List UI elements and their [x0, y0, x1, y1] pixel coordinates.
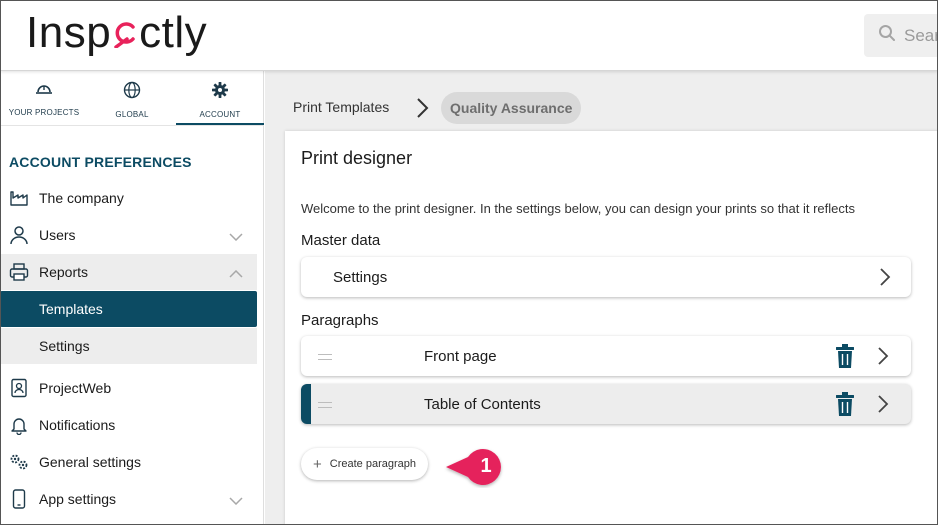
step-callout-badge: 1 [444, 446, 512, 493]
chevron-down-icon [229, 228, 243, 246]
sidebar-item-the-company[interactable]: The company [0, 180, 257, 216]
search-icon [878, 24, 896, 47]
user-icon [9, 225, 29, 245]
sidebar-subitem-settings[interactable]: Settings [0, 328, 257, 364]
callout-number: 1 [480, 454, 492, 477]
sidebar-item-projectweb[interactable]: ProjectWeb [0, 370, 257, 406]
card-title: Print designer [301, 148, 413, 168]
sidebar-tabs: YOUR PROJECTS GLOBAL ACCOUNT [0, 71, 264, 125]
sidebar-item-app-settings[interactable]: App settings [0, 481, 257, 517]
hard-hat-icon [35, 81, 53, 102]
plus-icon: + [313, 455, 322, 473]
sidebar-item-notifications[interactable]: Notifications [0, 407, 257, 443]
drag-handle-icon[interactable] [318, 402, 332, 408]
trash-icon[interactable] [835, 391, 855, 422]
printer-icon [9, 262, 29, 282]
magnifier-logo-icon [112, 9, 138, 49]
sidebar-item-reports[interactable]: Reports [0, 254, 257, 290]
tab-account[interactable]: ACCOUNT [176, 71, 264, 125]
sidebar: YOUR PROJECTS GLOBAL ACCOUNT ACCOUNT PRE… [0, 71, 264, 525]
sidebar-subitem-templates[interactable]: Templates [0, 291, 257, 327]
chevron-right-icon [415, 97, 429, 124]
paragraphs-title: Paragraphs [301, 312, 379, 329]
master-data-settings-row[interactable]: Settings [301, 257, 911, 297]
factory-icon [9, 188, 29, 208]
gear-icon [211, 81, 229, 104]
sidebar-item-general-settings[interactable]: General settings [0, 444, 257, 480]
globe-icon [123, 81, 141, 104]
paragraph-row-table-of-contents[interactable]: Table of Contents [301, 384, 911, 424]
main-content: Print Templates Quality Assurance Print … [265, 71, 938, 525]
tabs-divider [0, 125, 264, 126]
chevron-right-icon[interactable] [877, 394, 889, 419]
bell-icon [9, 415, 29, 435]
phone-icon [9, 489, 29, 509]
master-data-title: Master data [301, 232, 381, 249]
card-description: Welcome to the print designer. In the se… [301, 201, 856, 216]
top-header: Insp ctly Sear [0, 0, 938, 71]
sidebar-item-users[interactable]: Users [0, 217, 257, 253]
search-box[interactable]: Sear [864, 14, 938, 57]
chevron-up-icon [229, 265, 243, 283]
search-placeholder: Sear [904, 25, 938, 45]
breadcrumb-print-templates[interactable]: Print Templates [293, 99, 389, 115]
paragraph-row-front-page[interactable]: Front page [301, 336, 911, 376]
account-preferences-title: ACCOUNT PREFERENCES [9, 154, 192, 170]
contact-card-icon [9, 378, 29, 398]
gears-icon [9, 452, 29, 472]
inspectly-logo[interactable]: Insp ctly [26, 8, 207, 58]
print-designer-card: Print designer Welcome to the print desi… [285, 131, 938, 525]
create-paragraph-label: Create paragraph [329, 458, 416, 470]
trash-icon[interactable] [835, 343, 855, 374]
tab-your-projects[interactable]: YOUR PROJECTS [0, 71, 88, 125]
create-paragraph-button[interactable]: + Create paragraph [301, 448, 428, 480]
chevron-right-icon[interactable] [877, 346, 889, 371]
chevron-down-icon [229, 492, 243, 510]
tab-global[interactable]: GLOBAL [88, 71, 176, 125]
drag-handle-icon[interactable] [318, 354, 332, 360]
chevron-right-icon [879, 267, 891, 292]
breadcrumb-quality-assurance[interactable]: Quality Assurance [441, 92, 582, 124]
